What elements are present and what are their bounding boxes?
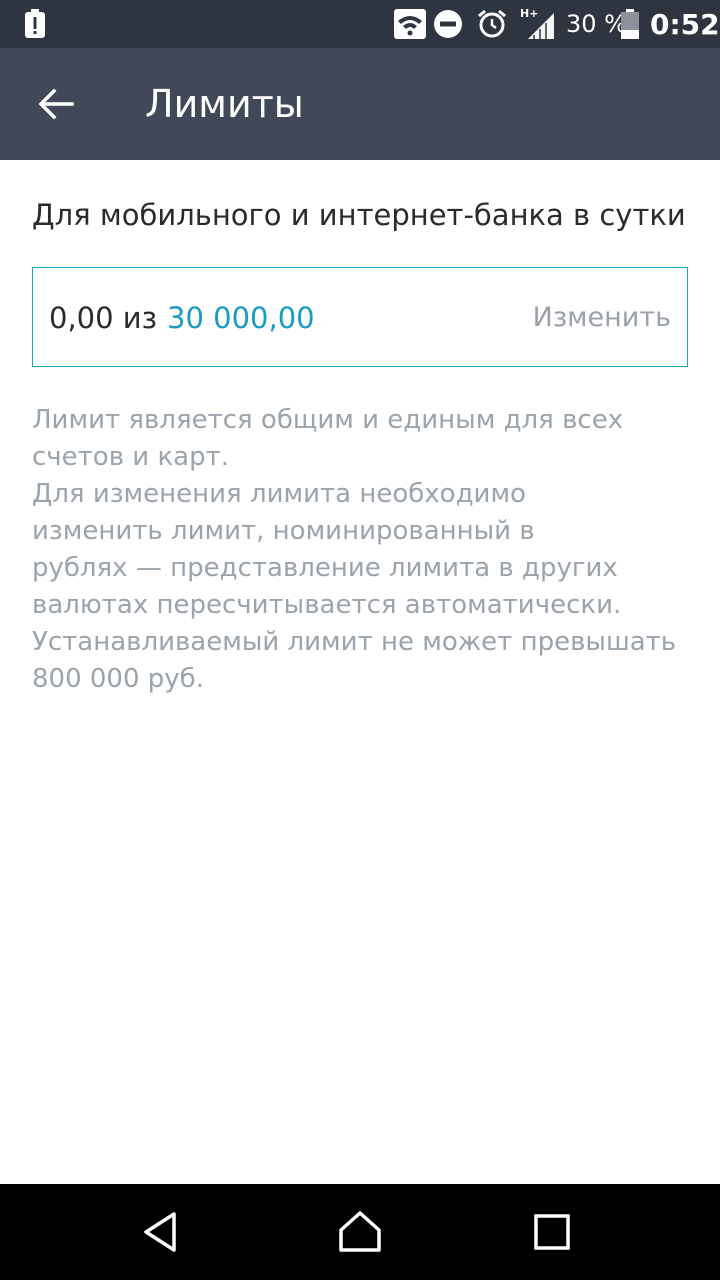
nav-home-icon (339, 1211, 381, 1252)
description: Лимит является общим и единым для всех с… (32, 402, 688, 698)
wifi-icon (394, 0, 426, 48)
description-line: валютах пересчитывается автоматически. (32, 590, 622, 620)
nav-recents-button[interactable] (492, 1184, 612, 1280)
clock: 0:52 (650, 7, 720, 41)
nav-back-icon (144, 1212, 176, 1252)
section-title: Для мобильного и интернет-банка в сутки (32, 198, 686, 232)
battery-percent: 30 % (566, 10, 627, 38)
status-bar: H+ 30 % 0:52 (0, 0, 720, 48)
page-title: Лимиты (145, 82, 304, 126)
limit-box: 0,00 из 30 000,00 Изменить (32, 267, 688, 367)
nav-recents-icon (534, 1214, 570, 1250)
do-not-disturb-icon (433, 0, 463, 48)
battery-icon (620, 0, 640, 48)
description-line: счетов и карт. (32, 442, 230, 472)
signal-icon: H+ (520, 0, 556, 48)
description-line: рублях — представление лимита в других (32, 553, 618, 583)
description-line: Лимит является общим и единым для всех (32, 405, 624, 435)
network-type-label: H+ (520, 7, 538, 20)
back-button[interactable] (20, 72, 92, 136)
app-bar: Лимиты (0, 48, 720, 160)
arrow-back-icon (38, 88, 74, 120)
description-line: 800 000 руб. (32, 664, 204, 694)
alarm-icon (476, 0, 508, 48)
description-line: Для изменения лимита необходимо (32, 479, 526, 509)
limit-current: 0,00 из (49, 301, 158, 335)
nav-back-button[interactable] (100, 1184, 220, 1280)
description-line: Устанавливаемый лимит не может превышать (32, 627, 677, 657)
change-limit-button[interactable]: Изменить (533, 268, 671, 368)
navigation-bar (0, 1184, 720, 1280)
nav-home-button[interactable] (300, 1184, 420, 1280)
description-line: изменить лимит, номинированный в (32, 516, 535, 546)
limit-max: 30 000,00 (167, 301, 315, 335)
alert-notification-icon (24, 0, 48, 48)
